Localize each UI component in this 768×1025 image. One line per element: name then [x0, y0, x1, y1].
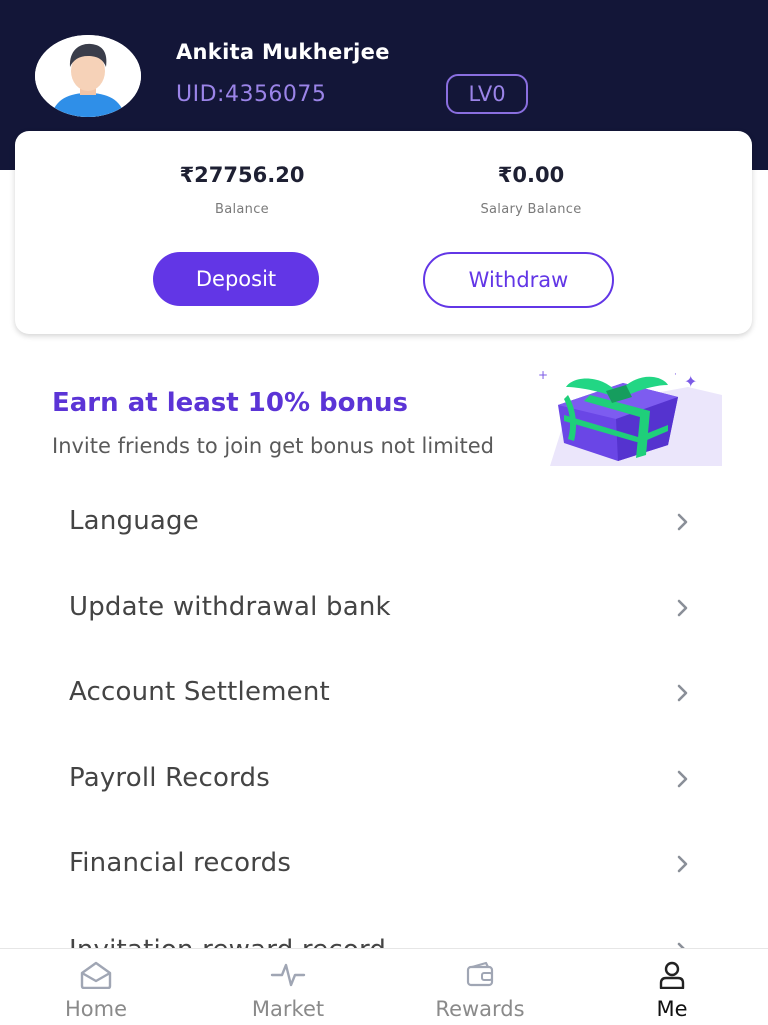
- menu-item-language[interactable]: Language: [0, 492, 768, 552]
- svg-text:✦: ✦: [684, 372, 697, 391]
- nav-me[interactable]: Me: [597, 949, 747, 1025]
- nav-label-home: Home: [64, 997, 127, 1021]
- menu-item-financial-records[interactable]: Financial records: [0, 834, 768, 894]
- withdraw-button[interactable]: Withdraw: [423, 252, 614, 308]
- person-icon: [654, 961, 690, 989]
- menu-item-label: Payroll Records: [69, 763, 270, 793]
- svg-text:+: +: [538, 368, 548, 382]
- user-name: Ankita Mukherjee: [176, 40, 390, 64]
- chevron-right-icon: [677, 770, 688, 788]
- nav-label-rewards: Rewards: [435, 997, 525, 1021]
- wallet-icon: [462, 961, 498, 989]
- menu-item-label: Update withdrawal bank: [69, 592, 391, 622]
- chevron-right-icon: [677, 855, 688, 873]
- nav-label-market: Market: [251, 997, 325, 1021]
- balance-card: ₹27756.20 Balance ₹0.00 Salary Balance D…: [15, 131, 752, 334]
- user-uid: UID:4356075: [176, 82, 327, 107]
- pulse-icon: [270, 961, 306, 989]
- chevron-right-icon: [677, 513, 688, 531]
- deposit-button[interactable]: Deposit: [153, 252, 319, 306]
- menu-item-label: Invitation reward record: [69, 935, 386, 949]
- promo-title[interactable]: Earn at least 10% bonus: [52, 388, 408, 418]
- salary-balance-label: Salary Balance: [480, 202, 582, 217]
- nav-rewards[interactable]: Rewards: [405, 949, 555, 1025]
- bottom-nav: Home Market Rewards Me: [0, 948, 768, 1025]
- menu-item-account-settlement[interactable]: Account Settlement: [0, 663, 768, 723]
- menu-item-label: Financial records: [69, 848, 292, 878]
- menu-item-invitation-reward-record[interactable]: Invitation reward record: [0, 925, 768, 949]
- menu-item-update-withdrawal-bank[interactable]: Update withdrawal bank: [0, 578, 768, 638]
- level-badge[interactable]: LV0: [446, 74, 528, 114]
- user-avatar-icon: [35, 35, 141, 117]
- chevron-right-icon: [677, 684, 688, 702]
- nav-home[interactable]: Home: [21, 949, 171, 1025]
- menu-item-label: Language: [69, 506, 199, 536]
- avatar[interactable]: [35, 35, 141, 117]
- salary-balance-amount: ₹0.00: [497, 163, 565, 187]
- gift-box-icon[interactable]: + ✦ ·: [528, 365, 722, 466]
- menu-item-label: Account Settlement: [69, 677, 330, 707]
- home-icon: [78, 961, 114, 989]
- menu-item-payroll-records[interactable]: Payroll Records: [0, 749, 768, 809]
- balance-amount: ₹27756.20: [179, 163, 305, 187]
- promo-subtitle: Invite friends to join get bonus not lim…: [52, 434, 494, 458]
- svg-text:·: ·: [674, 370, 677, 380]
- nav-label-me: Me: [656, 997, 688, 1021]
- nav-market[interactable]: Market: [213, 949, 363, 1025]
- chevron-right-icon: [677, 599, 688, 617]
- balance-label: Balance: [215, 202, 269, 217]
